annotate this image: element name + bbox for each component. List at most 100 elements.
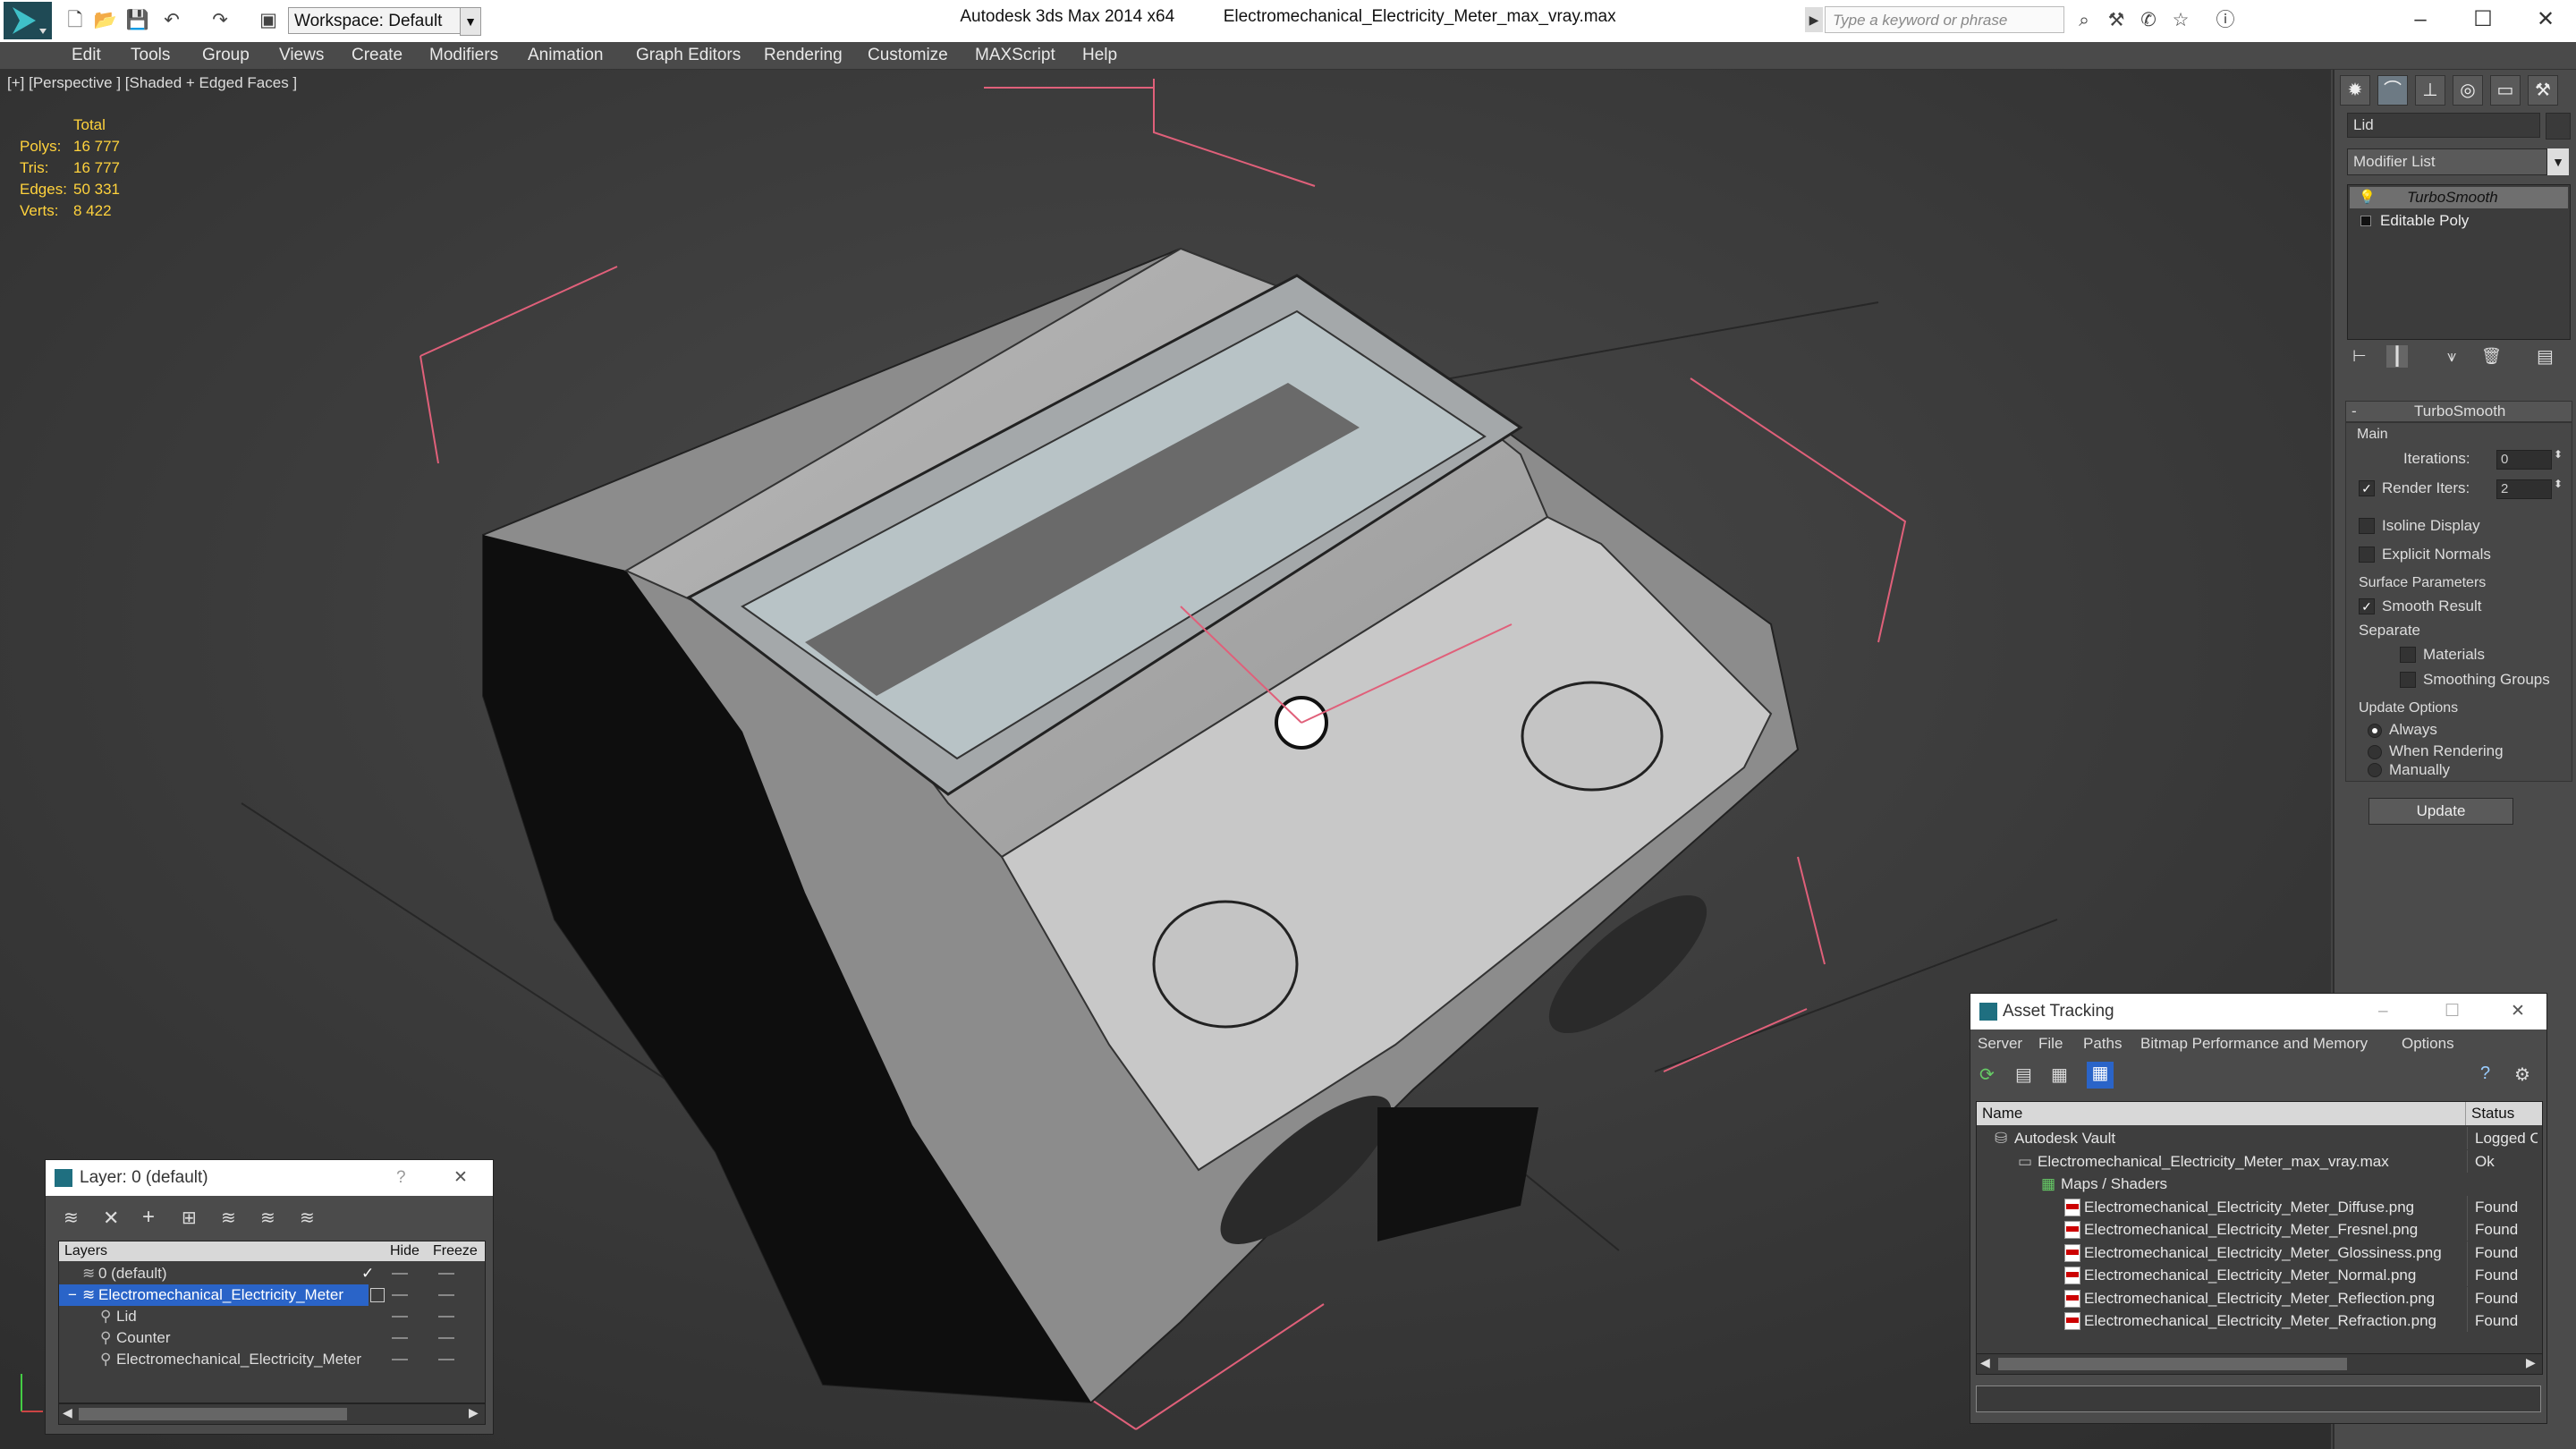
object-color-swatch[interactable] bbox=[2546, 113, 2571, 140]
settings-icon[interactable]: ⚙ bbox=[2514, 1063, 2530, 1086]
when-rendering-radio[interactable] bbox=[2368, 745, 2382, 759]
menu-edit[interactable]: Edit bbox=[72, 46, 101, 65]
asset-row[interactable]: ⛁ Autodesk Vault Logged O bbox=[1979, 1127, 2542, 1149]
menu-group[interactable]: Group bbox=[202, 46, 250, 65]
motion-tab-icon[interactable]: ◎ bbox=[2453, 75, 2483, 106]
close-icon[interactable]: ✕ bbox=[453, 1160, 468, 1196]
scroll-right-icon[interactable]: ▶ bbox=[2526, 1355, 2536, 1370]
thumbnail-view-icon[interactable]: ▦ bbox=[2051, 1063, 2068, 1086]
binoculars-icon[interactable]: ⌕ bbox=[2072, 8, 2097, 33]
column-name[interactable]: Name bbox=[1982, 1102, 2022, 1125]
scroll-right-icon[interactable]: ▶ bbox=[469, 1405, 479, 1420]
display-tab-icon[interactable]: ▭ bbox=[2490, 75, 2521, 106]
explicit-normals-checkbox[interactable] bbox=[2359, 547, 2375, 563]
refresh-icon[interactable]: ⟳ bbox=[1979, 1063, 1995, 1086]
menu-modifiers[interactable]: Modifiers bbox=[429, 46, 498, 65]
menu-options[interactable]: Options bbox=[2402, 1031, 2454, 1056]
maximize-icon[interactable]: ☐ bbox=[2456, 4, 2510, 36]
remove-modifier-icon[interactable]: 🗑 bbox=[2481, 347, 2502, 366]
hierarchy-tab-icon[interactable]: ⊥ bbox=[2415, 75, 2445, 106]
viewport-label[interactable]: [+] [Perspective ] [Shaded + Edged Faces… bbox=[7, 74, 297, 92]
table-view-icon[interactable]: ▦ bbox=[2087, 1062, 2114, 1089]
menu-animation[interactable]: Animation bbox=[528, 46, 604, 65]
make-unique-icon[interactable]: ⩛ bbox=[2447, 347, 2456, 366]
scrollbar-thumb[interactable] bbox=[1998, 1358, 2347, 1370]
make-current-box-icon[interactable] bbox=[370, 1288, 385, 1302]
show-end-result-icon[interactable]: ┃ bbox=[2386, 345, 2409, 368]
asset-row[interactable]: ▭ Electromechanical_Electricity_Meter_max… bbox=[1979, 1149, 2542, 1173]
render-iters-checkbox[interactable]: ✓ bbox=[2359, 480, 2375, 496]
help-icon[interactable]: ? bbox=[2480, 1063, 2490, 1084]
column-hide[interactable]: Hide bbox=[390, 1241, 419, 1261]
modify-tab-icon[interactable]: ⌒ bbox=[2377, 75, 2408, 106]
active-layer-check-icon[interactable]: ✓ bbox=[361, 1263, 374, 1284]
layer-horizontal-scrollbar[interactable]: ◀ ▶ bbox=[58, 1403, 486, 1425]
materials-checkbox[interactable] bbox=[2400, 647, 2416, 663]
asset-row[interactable]: ▦ Maps / Shaders bbox=[1979, 1173, 2542, 1195]
asset-tracking-titlebar[interactable]: Asset Tracking – ☐ ✕ bbox=[1970, 994, 2546, 1030]
expand-icon[interactable] bbox=[2360, 216, 2371, 226]
menu-graph-editors[interactable]: Graph Editors bbox=[636, 46, 741, 65]
asset-row[interactable]: Electromechanical_Electricity_Meter_Fres… bbox=[1979, 1218, 2542, 1241]
asset-row[interactable]: Electromechanical_Electricity_Meter_Diff… bbox=[1979, 1195, 2542, 1218]
menu-views[interactable]: Views bbox=[279, 46, 324, 65]
modifier-list-select[interactable]: Modifier List bbox=[2347, 148, 2547, 175]
close-window-icon[interactable]: ✕ bbox=[2519, 4, 2572, 36]
spinner-arrows-icon[interactable]: ⬍ bbox=[2554, 478, 2563, 490]
delete-layer-icon[interactable]: ✕ bbox=[103, 1207, 119, 1230]
column-layers[interactable]: Layers bbox=[64, 1241, 107, 1261]
layer-row-selected[interactable]: − ≋ Electromechanical_Electricity_Meter bbox=[59, 1284, 369, 1306]
asset-row[interactable]: Electromechanical_Electricity_Meter_Norm… bbox=[1979, 1264, 2542, 1286]
help-icon[interactable]: ? bbox=[396, 1160, 406, 1196]
minimize-icon[interactable]: – bbox=[2378, 994, 2388, 1030]
list-view-icon[interactable]: ▤ bbox=[2015, 1063, 2032, 1086]
minimize-icon[interactable]: – bbox=[2394, 4, 2447, 36]
asset-row[interactable]: Electromechanical_Electricity_Meter_Glos… bbox=[1979, 1241, 2542, 1264]
column-status[interactable]: Status bbox=[2465, 1102, 2514, 1125]
asset-row[interactable]: Electromechanical_Electricity_Meter_Refr… bbox=[1979, 1309, 2542, 1332]
update-button[interactable]: Update bbox=[2368, 798, 2513, 825]
menu-create[interactable]: Create bbox=[352, 46, 402, 65]
hide-all-layers-icon[interactable]: ≋ bbox=[260, 1207, 275, 1229]
utilities-tab-icon[interactable]: ⚒ bbox=[2528, 75, 2558, 106]
help-icon[interactable]: ⓘ bbox=[2213, 8, 2238, 33]
smoothing-groups-checkbox[interactable] bbox=[2400, 672, 2416, 688]
pin-stack-icon[interactable]: ⊢ bbox=[2352, 347, 2367, 366]
asset-row[interactable]: Electromechanical_Electricity_Meter_Refl… bbox=[1979, 1286, 2542, 1309]
isoline-display-checkbox[interactable] bbox=[2359, 518, 2375, 534]
configure-modifier-sets-icon[interactable]: ▤ bbox=[2537, 345, 2554, 368]
object-name-field[interactable]: Lid bbox=[2347, 113, 2540, 138]
iterations-spinner[interactable]: 0 bbox=[2496, 450, 2552, 470]
column-freeze[interactable]: Freeze bbox=[433, 1241, 478, 1261]
turbosmooth-rollout-header[interactable]: - TurboSmooth bbox=[2345, 401, 2572, 422]
create-tab-icon[interactable]: ✹ bbox=[2340, 75, 2370, 106]
object-row[interactable]: ⚲ Counter bbox=[59, 1327, 485, 1349]
collapse-icon[interactable]: - bbox=[2351, 402, 2357, 420]
scroll-left-icon[interactable]: ◀ bbox=[63, 1405, 72, 1420]
render-iters-spinner[interactable]: 2 bbox=[2496, 479, 2552, 499]
stack-item-turbosmooth[interactable]: 💡 TurboSmooth bbox=[2350, 187, 2568, 208]
menu-rendering[interactable]: Rendering bbox=[764, 46, 843, 65]
menu-help[interactable]: Help bbox=[1082, 46, 1117, 65]
menu-tools[interactable]: Tools bbox=[131, 46, 170, 65]
menu-customize[interactable]: Customize bbox=[868, 46, 948, 65]
freeze-all-layers-icon[interactable]: ≋ bbox=[300, 1207, 315, 1229]
menu-paths[interactable]: Paths bbox=[2083, 1031, 2122, 1056]
scrollbar-thumb[interactable] bbox=[79, 1408, 347, 1420]
spinner-arrows-icon[interactable]: ⬍ bbox=[2554, 448, 2563, 461]
subscription-icon[interactable]: ⚒ bbox=[2104, 8, 2129, 33]
search-expand-icon[interactable]: ▶ bbox=[1805, 7, 1823, 32]
layer-dialog-titlebar[interactable]: Layer: 0 (default) ? ✕ bbox=[46, 1160, 493, 1196]
menu-bitmap-performance[interactable]: Bitmap Performance and Memory bbox=[2140, 1031, 2368, 1056]
menu-server[interactable]: Server bbox=[1978, 1031, 2022, 1056]
manually-radio[interactable] bbox=[2368, 763, 2382, 777]
asset-path-field[interactable] bbox=[1976, 1385, 2541, 1412]
scroll-left-icon[interactable]: ◀ bbox=[1980, 1355, 1990, 1370]
expand-icon[interactable]: − bbox=[68, 1284, 77, 1306]
select-objects-icon[interactable]: ⊞ bbox=[182, 1207, 197, 1229]
stack-item-editable-poly[interactable]: Editable Poly bbox=[2350, 210, 2568, 232]
create-layer-icon[interactable]: ≋ bbox=[64, 1207, 79, 1229]
menu-maxscript[interactable]: MAXScript bbox=[975, 46, 1055, 65]
lightbulb-icon[interactable]: 💡 bbox=[2359, 189, 2376, 205]
always-radio[interactable] bbox=[2368, 724, 2382, 738]
